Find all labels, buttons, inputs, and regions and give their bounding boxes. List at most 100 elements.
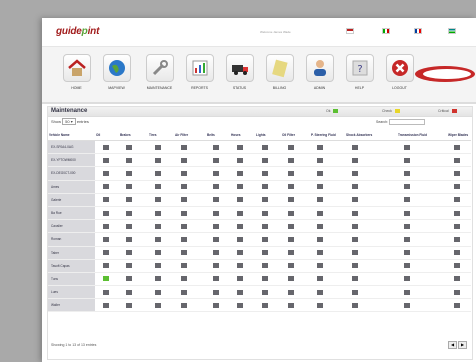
vehicle-name-cell[interactable]: Cavalier <box>48 219 96 234</box>
column-header[interactable]: Transmission Fluid <box>397 129 447 141</box>
table-row[interactable]: Ames <box>48 180 471 194</box>
table-row[interactable]: Waller <box>48 298 471 313</box>
column-header[interactable]: Hoses <box>230 129 255 141</box>
vehicle-name-cell[interactable]: Waller <box>48 298 96 313</box>
entries-value: 50 <box>65 119 70 124</box>
status-indicator <box>213 210 219 216</box>
legend-critical-label: Critical <box>438 109 449 113</box>
status-cell <box>281 298 310 313</box>
search-control: Search: <box>376 119 426 125</box>
table-row[interactable]: Tuns <box>48 272 471 287</box>
nav-button-status[interactable]: STATUS <box>222 49 257 97</box>
status-cell <box>255 180 281 194</box>
next-page-button[interactable]: ▶ <box>458 341 467 349</box>
table-row[interactable]: Ba Rue <box>48 206 471 221</box>
status-indicator <box>288 289 294 295</box>
vehicle-name-cell[interactable]: Lues <box>48 285 96 300</box>
status-cell <box>206 232 230 247</box>
status-indicator <box>352 197 358 203</box>
status-indicator <box>454 236 460 242</box>
status-cell <box>345 232 397 247</box>
column-header[interactable]: Tires <box>148 129 174 141</box>
status-cell <box>230 285 255 300</box>
table-row[interactable]: Galerie <box>48 193 471 207</box>
vehicle-name-cell[interactable]: EX-YFTOWM000 <box>48 153 96 168</box>
column-header[interactable]: Shock Absorbers <box>345 129 397 141</box>
prev-page-button[interactable]: ◀ <box>448 341 457 349</box>
status-cell <box>447 246 471 260</box>
vehicle-name-cell[interactable]: Roman <box>48 232 96 247</box>
nav-button-maintenance[interactable]: MAINTENANCE <box>142 49 177 97</box>
page-title: Maintenance <box>51 108 88 114</box>
status-indicator <box>102 223 109 229</box>
status-cell <box>310 180 345 194</box>
vehicle-name-cell[interactable]: Ames <box>48 180 96 194</box>
table-row[interactable]: Taber <box>48 246 471 260</box>
column-header[interactable]: Wiper Blades <box>447 129 471 141</box>
column-header[interactable]: Brakes <box>119 129 148 141</box>
status-indicator <box>126 197 132 203</box>
status-cell <box>148 140 174 155</box>
table-row[interactable]: EX-DEG0CT-000 <box>48 166 471 181</box>
status-indicator <box>317 157 323 163</box>
flag-icon[interactable] <box>448 28 456 34</box>
status-indicator <box>126 302 132 308</box>
table-row[interactable]: Lues <box>48 285 471 300</box>
status-indicator <box>317 250 323 256</box>
guidepoint-badge-icon <box>414 65 476 83</box>
status-cell <box>345 246 397 260</box>
vehicle-name-cell[interactable]: EX-DEG0CT-000 <box>48 166 96 181</box>
table-row[interactable]: Roman <box>48 232 471 247</box>
status-cell <box>119 166 148 181</box>
nav-label: HOME <box>71 86 82 90</box>
table-row[interactable]: Cavalier <box>48 219 471 234</box>
column-header[interactable]: Oil Filter <box>281 129 310 141</box>
status-cell <box>95 259 119 273</box>
status-indicator <box>237 144 243 150</box>
column-header[interactable]: Oil <box>95 129 119 141</box>
vehicle-name-cell[interactable]: Ba Rue <box>48 206 96 221</box>
guidepoint-logo[interactable]: guidepint <box>56 26 99 37</box>
nav-button-reports[interactable]: REPORTS <box>182 49 217 97</box>
column-header[interactable]: Belts <box>206 129 230 141</box>
column-header[interactable]: P. Steering Fluid <box>310 129 345 141</box>
nav-button-mapview[interactable]: MAPVIEW <box>99 49 134 97</box>
status-indicator <box>288 223 294 229</box>
status-indicator <box>288 210 294 216</box>
nav-button-logout[interactable]: LOGOUT <box>382 49 417 97</box>
status-cell <box>397 193 447 207</box>
status-cell <box>447 298 471 313</box>
table-row[interactable]: EX-SF0A4-0AG <box>48 140 471 155</box>
status-cell <box>119 206 148 221</box>
status-indicator <box>262 223 268 229</box>
flag-icon[interactable] <box>346 28 354 34</box>
entries-select[interactable]: 50 ▾ <box>62 118 76 125</box>
vehicle-name-cell[interactable]: Tasoft Capas <box>48 259 96 273</box>
report-chart-icon <box>185 54 214 82</box>
status-cell <box>310 298 345 313</box>
flag-icon[interactable] <box>382 28 390 34</box>
status-indicator <box>126 170 132 176</box>
legend-critical: Critical <box>438 109 457 114</box>
vehicle-name-cell[interactable]: EX-SF0A4-0AG <box>48 140 96 155</box>
vehicle-name-cell[interactable]: Tuns <box>48 272 96 287</box>
nav-button-admin[interactable]: ADMIN <box>302 49 337 97</box>
column-header[interactable]: Air Filter <box>174 129 206 141</box>
column-header[interactable]: Lights <box>255 129 281 141</box>
status-indicator <box>454 223 460 229</box>
nav-button-home[interactable]: HOME <box>59 49 94 97</box>
status-cell <box>174 166 206 181</box>
table-row[interactable]: Tasoft Capas <box>48 259 471 273</box>
flag-icon[interactable] <box>414 28 422 34</box>
nav-button-billing[interactable]: BILLING <box>262 49 297 97</box>
status-indicator <box>181 289 187 295</box>
column-header[interactable]: Vehicle Name <box>48 129 95 141</box>
table-row[interactable]: EX-YFTOWM000 <box>48 153 471 168</box>
status-cell <box>148 206 174 221</box>
vehicle-name-cell[interactable]: Galerie <box>48 193 96 207</box>
search-input[interactable] <box>389 119 426 125</box>
vehicle-name-cell[interactable]: Taber <box>48 246 96 260</box>
status-indicator <box>454 263 460 269</box>
nav-button-help[interactable]: ? HELP <box>342 49 377 97</box>
status-indicator <box>213 236 219 242</box>
